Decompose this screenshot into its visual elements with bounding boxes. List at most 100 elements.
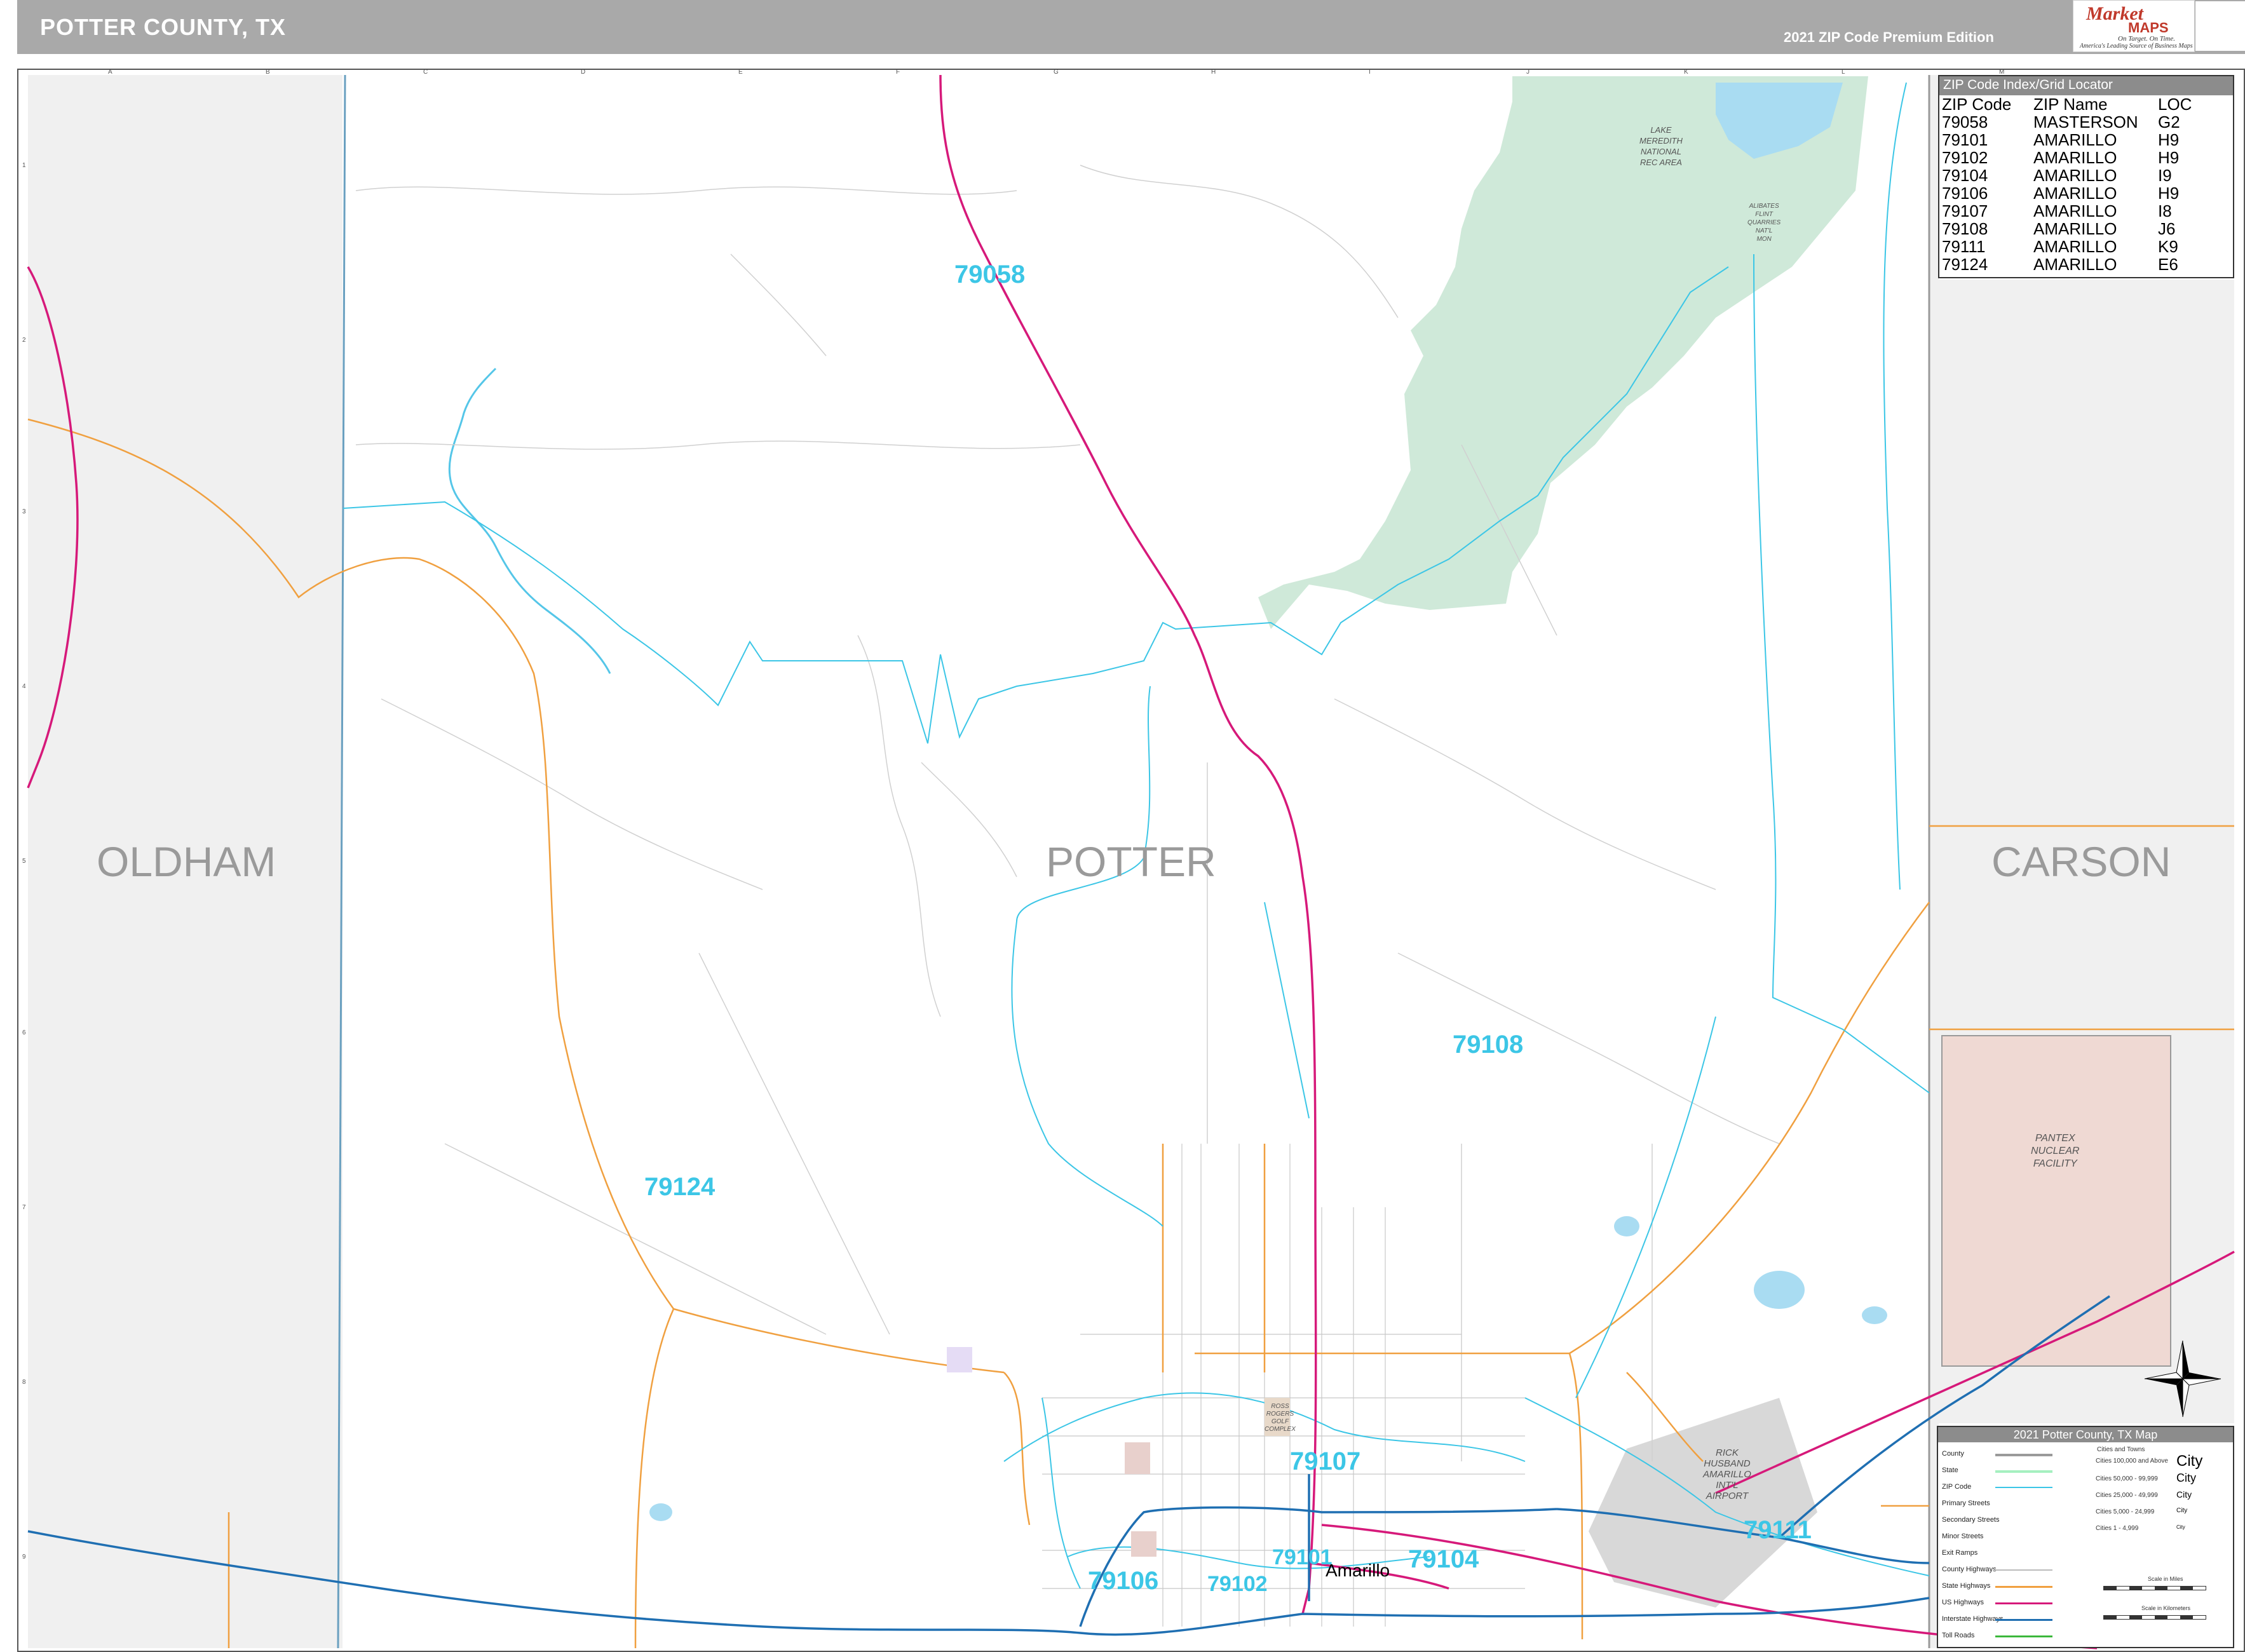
legend-us-hwy: US Highways xyxy=(1942,1599,1984,1606)
name-cell: AMARILLO xyxy=(2033,219,2117,238)
facility-block xyxy=(947,1347,972,1372)
legend-toll-symbol xyxy=(1995,1635,2052,1637)
place-label-line: LAKE xyxy=(1650,125,1672,135)
loc-cell: I8 xyxy=(2158,201,2172,220)
legend-zip-symbol xyxy=(1995,1487,2052,1488)
place-label-line: NUCLEAR xyxy=(2031,1146,2080,1156)
legend-state-hwy: State Highways xyxy=(1942,1582,1991,1590)
place-label-line: MEREDITH xyxy=(1639,136,1683,146)
place-label-line: ROGERS xyxy=(1266,1411,1294,1418)
legend-title: 2021 Potter County, TX Map xyxy=(1938,1427,2233,1442)
legend-county-hwy: County Highways xyxy=(1942,1566,1997,1573)
loc-cell: E6 xyxy=(2158,255,2178,274)
zip-label-79124: 79124 xyxy=(644,1173,716,1201)
grid-row-label: 1 xyxy=(22,162,26,169)
scale-bar-km xyxy=(2103,1615,2206,1620)
grid-col-label: C xyxy=(423,69,428,76)
zip-label-79106: 79106 xyxy=(1088,1567,1159,1595)
legend-state-symbol xyxy=(1995,1470,2052,1473)
scale-km-label: Scale in Kilometers xyxy=(2141,1605,2191,1611)
grid-col-label: B xyxy=(266,69,270,76)
table-row: 79058 MASTERSON G2 xyxy=(1942,113,2195,131)
lake-meredith-label: LAKE MEREDITH NATIONAL REC AREA xyxy=(1639,125,1683,168)
county-label-oldham: OLDHAM xyxy=(97,838,276,885)
name-cell: MASTERSON xyxy=(2033,112,2138,132)
name-cell: AMARILLO xyxy=(2033,237,2117,256)
place-label-line: AMARILLO xyxy=(1703,1469,1751,1480)
map-canvas[interactable] xyxy=(0,0,2245,1652)
county-label-carson: CARSON xyxy=(1991,838,2171,885)
loc-cell: K9 xyxy=(2158,237,2178,256)
legend-secondary: Secondary Streets xyxy=(1942,1516,2000,1524)
loc-cell: G2 xyxy=(2158,112,2180,132)
grid-col-label: L xyxy=(1841,69,1845,76)
legend-city-sample-1: City xyxy=(2176,1452,2203,1470)
place-label-line: HUSBAND xyxy=(1704,1458,1751,1469)
legend-city-tier-4: Cities 5,000 - 24,999 xyxy=(2096,1508,2155,1515)
grid-row-label: 7 xyxy=(22,1204,26,1211)
airport-label: RICK HUSBAND AMARILLO INT'L AIRPORT xyxy=(1703,1447,1751,1501)
legend-primary: Primary Streets xyxy=(1942,1500,1990,1507)
zip-label-79102: 79102 xyxy=(1207,1572,1268,1596)
loc-cell: H9 xyxy=(2158,148,2180,167)
grid-col-label: F xyxy=(896,69,900,76)
place-label-line: GOLF xyxy=(1271,1418,1289,1425)
grid-col-label: A xyxy=(108,69,112,76)
name-cell: AMARILLO xyxy=(2033,184,2117,203)
legend-city-tier-1: Cities 100,000 and Above xyxy=(2096,1458,2168,1465)
lake xyxy=(649,1503,672,1521)
pantex-facility xyxy=(1941,1035,2171,1367)
legend-us-hwy-symbol xyxy=(1995,1602,2052,1604)
grid-row-label: 9 xyxy=(22,1554,26,1561)
park-block xyxy=(1125,1442,1150,1474)
place-label-line: MON xyxy=(1756,236,1772,243)
grid-row-label: 2 xyxy=(22,337,26,344)
zip-index-header: ZIP Code ZIP Name LOC xyxy=(1942,95,2195,113)
zip-cell: 79058 xyxy=(1942,112,1988,132)
place-label-line: FLINT xyxy=(1755,211,1773,218)
place-label-line: NATIONAL xyxy=(1640,147,1681,156)
place-label-line: QUARRIES xyxy=(1747,219,1781,226)
zip-cell: 79124 xyxy=(1942,255,1988,274)
zip-cell: 79104 xyxy=(1942,166,1988,185)
place-label-line: ALIBATES xyxy=(1749,203,1779,210)
place-label-line: NAT'L xyxy=(1755,227,1773,234)
scale-bar-miles xyxy=(2103,1586,2206,1590)
zip-name-header: ZIP Name xyxy=(2033,95,2108,114)
legend-cities-header: Cities and Towns xyxy=(2097,1446,2145,1453)
lake xyxy=(1614,1216,1639,1236)
legend-toll: Toll Roads xyxy=(1942,1632,1975,1639)
loc-cell: J6 xyxy=(2158,219,2176,238)
table-row: 79111 AMARILLO K9 xyxy=(1942,238,2195,255)
loc-cell: H9 xyxy=(2158,184,2180,203)
zip-label-79104: 79104 xyxy=(1408,1545,1479,1573)
loc-header: LOC xyxy=(2158,95,2192,114)
place-label-line: REC AREA xyxy=(1639,158,1682,167)
legend-county: County xyxy=(1942,1450,1964,1458)
legend-minor: Minor Streets xyxy=(1942,1533,1984,1540)
loc-cell: I9 xyxy=(2158,166,2172,185)
name-cell: AMARILLO xyxy=(2033,130,2117,149)
scale-miles-label: Scale in Miles xyxy=(2148,1576,2183,1582)
grid-row-label: 6 xyxy=(22,1029,26,1036)
pantex-label: PANTEX NUCLEAR FACILITY xyxy=(2031,1132,2079,1170)
zip-cell: 79108 xyxy=(1942,219,1988,238)
lake xyxy=(1754,1271,1805,1309)
grid-col-label: E xyxy=(738,69,743,76)
legend-state-hwy-symbol xyxy=(1995,1586,2052,1588)
grid-row-label: 3 xyxy=(22,508,26,515)
city-label-amarillo: Amarillo xyxy=(1326,1561,1390,1580)
zip-label-79107: 79107 xyxy=(1290,1447,1361,1475)
table-row: 79108 AMARILLO J6 xyxy=(1942,220,2195,238)
zip-cell: 79101 xyxy=(1942,130,1988,149)
lake-meredith-rec-area xyxy=(1258,76,1868,629)
zip-cell: 79111 xyxy=(1942,237,1986,256)
table-row: 79107 AMARILLO I8 xyxy=(1942,202,2195,220)
grid-row-label: 5 xyxy=(22,858,26,865)
place-label-line: FACILITY xyxy=(2033,1158,2077,1169)
grid-col-label: H xyxy=(1211,69,1216,76)
zip-cell: 79102 xyxy=(1942,148,1988,167)
name-cell: AMARILLO xyxy=(2033,148,2117,167)
golf-label: ROSS ROGERS GOLF COMPLEX xyxy=(1265,1403,1296,1433)
legend-city-tier-5: Cities 1 - 4,999 xyxy=(2096,1525,2139,1532)
